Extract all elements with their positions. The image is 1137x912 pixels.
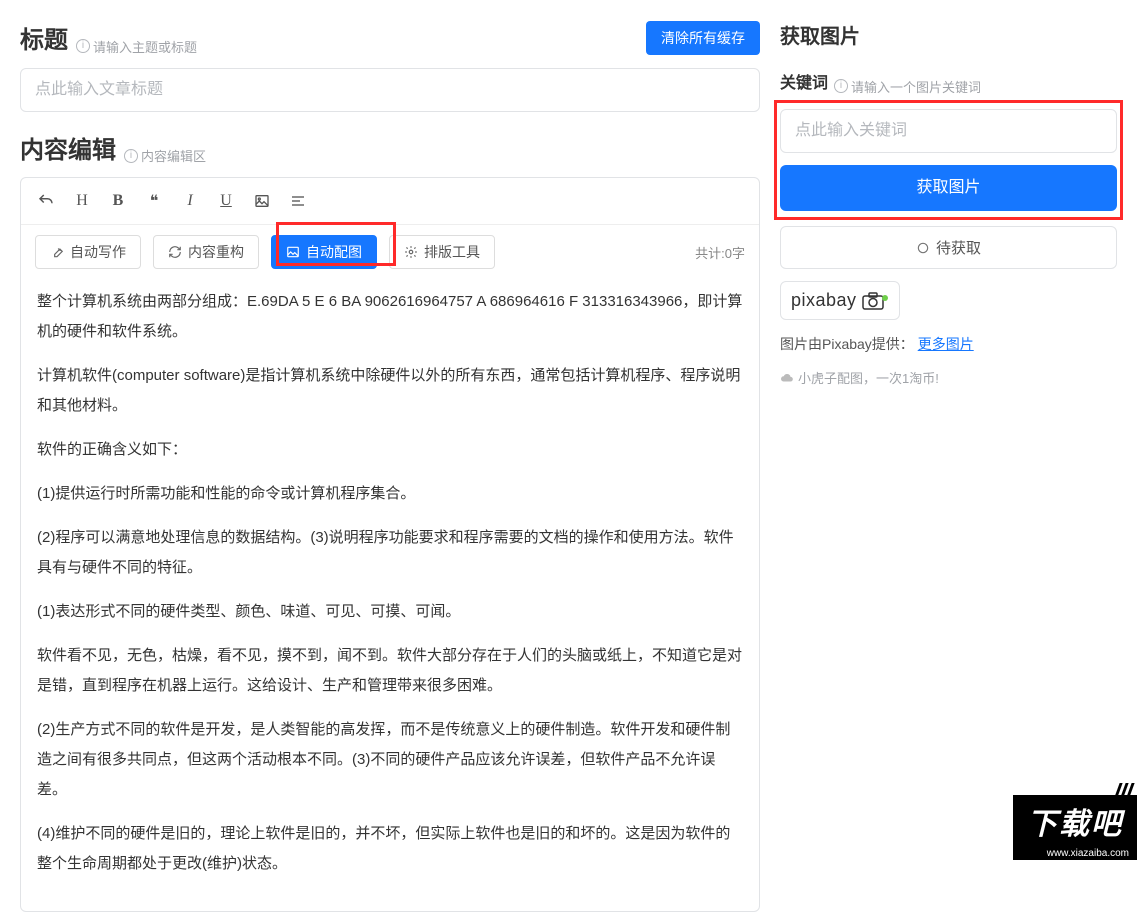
- align-left-icon[interactable]: [287, 190, 309, 212]
- paragraph: (4)维护不同的硬件是旧的，理论上软件是旧的，并不坏，但实际上软件也是旧的和坏的…: [37, 819, 743, 879]
- clear-cache-button[interactable]: 清除所有缓存: [646, 21, 760, 55]
- title-header: 标题 i 请输入主题或标题 清除所有缓存: [20, 20, 760, 56]
- image-credit: 图片由Pixabay提供： 更多图片: [780, 334, 1117, 354]
- paragraph: 软件看不见，无色，枯燥，看不见，摸不到，闻不到。软件大部分存在于人们的头脑或纸上…: [37, 641, 743, 701]
- word-count: 共计:0字: [695, 243, 745, 262]
- heading-icon[interactable]: H: [71, 190, 93, 212]
- title-label: 标题: [20, 20, 68, 55]
- circle-icon: [916, 241, 930, 255]
- auto-image-button[interactable]: 自动配图: [271, 235, 377, 269]
- content-edit-label: 内容编辑: [20, 130, 116, 165]
- info-icon: i: [124, 149, 138, 163]
- underline-icon[interactable]: U: [215, 190, 237, 212]
- layout-tool-button[interactable]: 排版工具: [389, 235, 495, 269]
- italic-icon[interactable]: I: [179, 190, 201, 212]
- editor-toolbar: H B ❝ I U: [21, 178, 759, 225]
- image-icon[interactable]: [251, 190, 273, 212]
- cloud-icon: [780, 371, 794, 385]
- keyword-hint: i 请输入一个图片关键词: [834, 77, 981, 96]
- article-title-input[interactable]: [20, 68, 760, 112]
- title-hint: i 请输入主题或标题: [76, 37, 197, 56]
- restructure-button[interactable]: 内容重构: [153, 235, 259, 269]
- paragraph: 整个计算机系统由两部分组成：E.69DA 5 E 6 BA 9062616964…: [37, 287, 743, 347]
- paragraph: (2)生产方式不同的软件是开发，是人类智能的高发挥，而不是传统意义上的硬件制造。…: [37, 715, 743, 805]
- info-icon: i: [76, 39, 90, 53]
- watermark: 下载吧 www.xiazaiba.com: [1013, 795, 1137, 860]
- editor-action-row: 自动写作 内容重构 自动配图 排版工具 共计:0字: [21, 225, 759, 269]
- keyword-input[interactable]: [780, 109, 1117, 153]
- bold-icon[interactable]: B: [107, 190, 129, 212]
- sidebar-title: 获取图片: [780, 20, 1117, 49]
- paragraph: (2)程序可以满意地处理信息的数据结构。(3)说明程序功能要求和程序需要的文档的…: [37, 523, 743, 583]
- quote-icon[interactable]: ❝: [143, 190, 165, 212]
- more-images-link[interactable]: 更多图片: [918, 336, 974, 352]
- paragraph: 计算机软件(computer software)是指计算机系统中除硬件以外的所有…: [37, 361, 743, 421]
- auto-write-button[interactable]: 自动写作: [35, 235, 141, 269]
- editor-box: H B ❝ I U 自动写作 内容重构 自动配图: [20, 177, 760, 912]
- camera-icon: [861, 291, 889, 311]
- content-edit-hint: i 内容编辑区: [124, 146, 206, 165]
- pending-status[interactable]: 待获取: [780, 226, 1117, 269]
- keyword-input-box: 获取图片: [780, 106, 1117, 215]
- keyword-label: 关键词: [780, 69, 828, 93]
- undo-icon[interactable]: [35, 190, 57, 212]
- paragraph: 软件的正确含义如下：: [37, 435, 743, 465]
- editor-content[interactable]: 整个计算机系统由两部分组成：E.69DA 5 E 6 BA 9062616964…: [21, 269, 759, 911]
- footer-hint: 小虎子配图，一次1淘币!: [780, 368, 1117, 387]
- fetch-image-button[interactable]: 获取图片: [780, 165, 1117, 212]
- info-icon: i: [834, 79, 848, 93]
- paragraph: (1)提供运行时所需功能和性能的命令或计算机程序集合。: [37, 479, 743, 509]
- pixabay-badge[interactable]: pixabay: [780, 281, 900, 320]
- paragraph: (1)表达形式不同的硬件类型、颜色、味道、可见、可摸、可闻。: [37, 597, 743, 627]
